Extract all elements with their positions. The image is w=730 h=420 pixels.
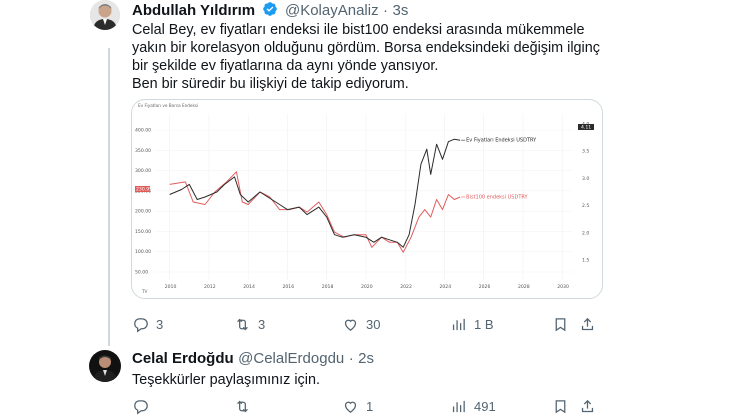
thread-connector-line	[108, 48, 110, 346]
left-marker-label: 230.95	[136, 187, 152, 193]
bookmark-icon	[555, 400, 566, 414]
left-axis: 400.00350.00300.00250.00200.00150.00100.…	[135, 128, 151, 276]
bookmark-button[interactable]	[552, 398, 569, 415]
left-tick-label: 200.00	[135, 209, 151, 215]
like-count: 1	[366, 399, 374, 414]
chart-series: Bist100 endeksi USDTRY Ev Fiyatları Endek…	[169, 138, 537, 253]
views-count: 491	[474, 399, 496, 414]
tweet-text-line: bir şekilde ev fiyatlarına da aynı yönde…	[132, 58, 439, 74]
retweet-icon	[237, 400, 248, 413]
reply-icon	[134, 400, 148, 415]
x-axis: 2010 2012 2014 2016 2018 2020 2022 2024 2026 2028…	[165, 284, 569, 290]
chart-header: Ev Fiyatları ve Borsa Endeksi	[138, 103, 198, 108]
chart-image[interactable]: Ev Fiyatları ve Borsa Endeksi 400.00 350.…	[131, 99, 603, 299]
tweet2-header: Celal Erdoğdu @CelalErdogdu · 2s	[132, 350, 374, 368]
right-tick-label: 3.5	[582, 149, 589, 155]
reply-button[interactable]: 3	[132, 316, 163, 333]
tweet1-header: Abdullah Yıldırım @KolayAnaliz · 3s	[132, 1, 408, 20]
left-tick-label: 400.00	[135, 128, 151, 134]
avatar-celal[interactable]	[89, 350, 121, 382]
reply-count: 3	[156, 317, 164, 332]
right-tick-label: 2.5	[582, 203, 589, 209]
right-axis: 4.03.53.02.52.01.5	[582, 122, 589, 264]
bookmark-icon	[555, 318, 566, 332]
retweet-icon	[237, 318, 248, 331]
views-chart-icon	[452, 400, 465, 413]
reply-button[interactable]	[132, 398, 156, 415]
like-button[interactable]: 1	[342, 398, 373, 415]
heart-icon	[344, 401, 357, 413]
dot-separator: ·	[348, 350, 354, 367]
author-name[interactable]: Celal Erdoğdu	[132, 350, 234, 367]
left-tick-label: 50.00	[135, 270, 148, 276]
right-tick-label: 3.0	[582, 176, 589, 182]
left-tick-label: 300.00	[135, 168, 151, 174]
x-tick-label: 2022	[400, 284, 412, 290]
views-chart-icon	[452, 318, 465, 331]
chart-watermark: TV	[141, 289, 148, 294]
x-tick-label: 2026	[479, 284, 491, 290]
tweet1-text: Celal Bey, ev fiyatları endeksi ile bist…	[132, 21, 602, 93]
retweet-button[interactable]: 3	[234, 316, 265, 333]
tweet2-actions: 1 491	[132, 398, 594, 418]
views-count: 1 B	[474, 317, 494, 332]
x-tick-label: 2024	[439, 284, 451, 290]
person-avatar-icon	[89, 350, 121, 382]
views-button[interactable]: 491	[450, 398, 496, 415]
series-label: Bist100 endeksi USDTRY	[466, 195, 528, 201]
series-line-bist	[169, 171, 461, 253]
retweet-count: 3	[258, 317, 266, 332]
heart-icon	[344, 319, 357, 331]
reply-icon	[134, 318, 148, 333]
dot-separator: ·	[383, 2, 389, 19]
chart-svg: Ev Fiyatları ve Borsa Endeksi 400.00 350.…	[135, 103, 594, 294]
author-handle[interactable]: @CelalErdogdu	[238, 350, 344, 367]
x-tick-label: 2012	[204, 284, 216, 290]
verified-badge-icon	[262, 2, 277, 16]
right-tick-label: 1.5	[582, 258, 589, 264]
bookmark-button[interactable]	[552, 316, 569, 333]
like-button[interactable]: 30	[342, 316, 380, 333]
share-button[interactable]	[579, 316, 596, 333]
left-tick-label: 350.00	[135, 148, 151, 154]
series-line-house	[169, 138, 461, 248]
tweet-text-line: yakın bir korelasyon olduğunu gördüm. Bo…	[132, 40, 600, 56]
tweet-text-line: Ben bir süredir bu ilişkiyi de takip edi…	[132, 76, 409, 92]
avatar-abdullah[interactable]	[90, 0, 120, 30]
x-tick-label: 2010	[165, 284, 177, 290]
x-tick-label: 2014	[243, 284, 255, 290]
series-label: Ev Fiyatları Endeksi USDTRY	[466, 138, 537, 144]
x-tick-label: 2018	[322, 284, 334, 290]
tweet-time[interactable]: 3s	[393, 2, 409, 19]
tweet-text-line: Celal Bey, ev fiyatları endeksi ile bist…	[132, 22, 585, 38]
right-marker-label: 4.11	[581, 125, 591, 131]
author-handle[interactable]: @KolayAnaliz	[285, 2, 379, 19]
like-count: 30	[366, 317, 381, 332]
x-tick-label: 2020	[361, 284, 373, 290]
right-tick-label: 2.0	[582, 230, 589, 236]
left-tick-label: 100.00	[135, 249, 151, 255]
share-icon	[581, 317, 594, 331]
person-avatar-icon	[90, 0, 120, 30]
author-name[interactable]: Abdullah Yıldırım	[132, 2, 255, 19]
retweet-button[interactable]	[234, 398, 258, 415]
share-icon	[581, 399, 594, 413]
left-tick-label: 150.00	[135, 229, 151, 235]
x-tick-label: 2030	[557, 284, 569, 290]
tweet1-actions: 3 3 30 1 B	[132, 316, 594, 336]
share-button[interactable]	[579, 398, 596, 415]
x-tick-label: 2028	[518, 284, 530, 290]
x-tick-label: 2016	[282, 284, 294, 290]
tweet2-text: Teşekkürler paylaşımınız için.	[132, 372, 320, 388]
views-button[interactable]: 1 B	[450, 316, 494, 333]
tweet-time[interactable]: 2s	[358, 350, 374, 367]
